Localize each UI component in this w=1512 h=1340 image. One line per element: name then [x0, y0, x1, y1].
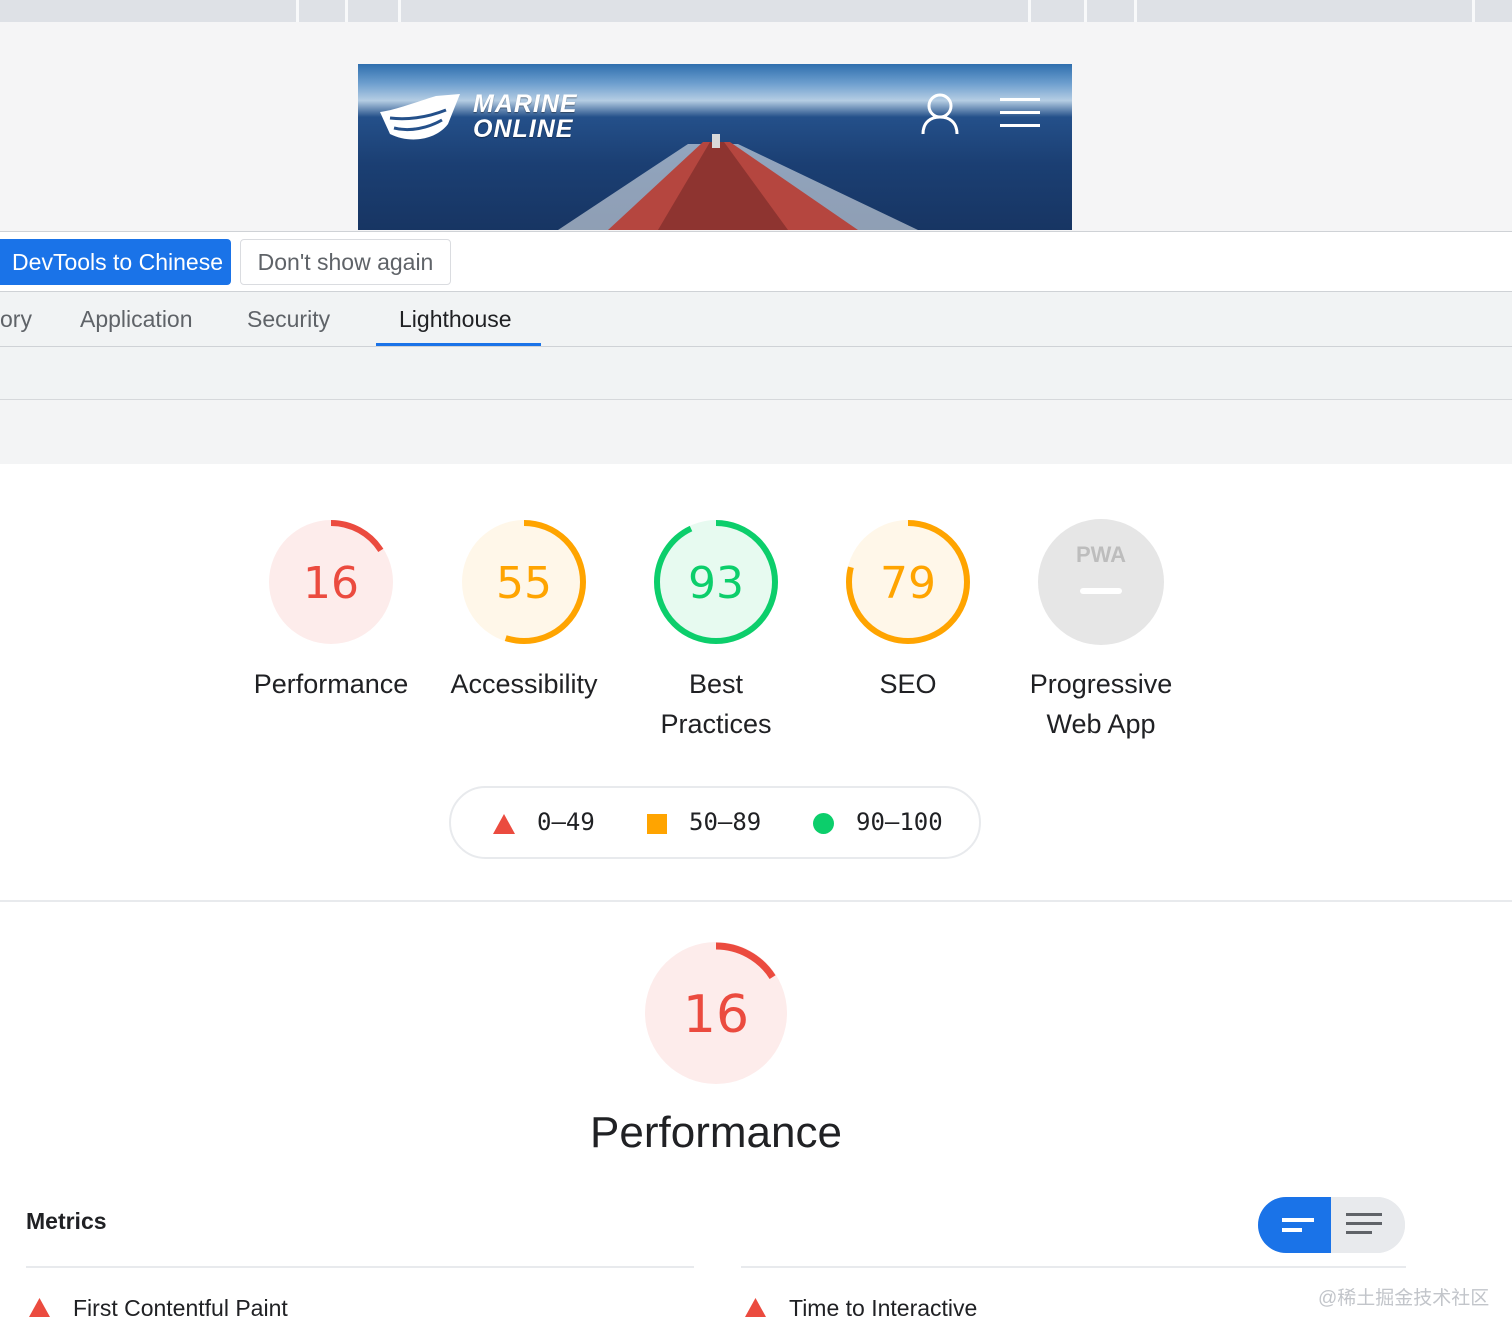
gauge-ring: 79	[846, 520, 970, 644]
tab-separator	[1134, 0, 1137, 22]
user-icon[interactable]	[920, 92, 960, 136]
gauge-label: Best Practices	[660, 669, 772, 739]
square-average-icon	[647, 814, 667, 834]
gauge-seo[interactable]: 79 SEO	[808, 518, 1008, 704]
site-logo-text[interactable]: MARINE ONLINE	[473, 92, 578, 142]
tab-lighthouse[interactable]: Lighthouse	[399, 292, 512, 346]
legend-fail-range: 0–49	[537, 808, 595, 836]
lighthouse-report-header	[0, 400, 1512, 464]
gauge-accessibility[interactable]: 55 Accessibility	[424, 518, 624, 704]
tab-separator	[296, 0, 299, 22]
performance-section-title: Performance	[590, 1108, 842, 1157]
logo-line-1: MARINE	[473, 90, 578, 118]
gauge-performance[interactable]: 16 Performance	[231, 518, 431, 704]
tab-separator	[345, 0, 348, 22]
metrics-divider-right	[741, 1266, 1406, 1268]
gauge-score: 55	[496, 558, 552, 609]
active-tab-indicator	[376, 343, 541, 346]
metric-time-to-interactive: Time to Interactive	[789, 1295, 978, 1321]
metric-first-contentful-paint: First Contentful Paint	[73, 1295, 288, 1321]
devtools-tab-bar: ory Application Security Lighthouse	[0, 292, 1512, 347]
tab-separator	[1028, 0, 1031, 22]
browser-tab-strip	[0, 0, 1512, 22]
circle-pass-icon	[813, 813, 834, 834]
section-divider	[0, 900, 1512, 902]
gauge-score: 93	[688, 558, 744, 609]
ship-logo-icon	[380, 94, 460, 140]
triangle-fail-icon	[745, 1298, 766, 1317]
triangle-fail-icon	[493, 814, 515, 834]
triangle-fail-icon	[29, 1298, 50, 1317]
tab-security[interactable]: Security	[247, 292, 330, 346]
tab-separator	[398, 0, 401, 22]
metrics-view-toggle	[1258, 1197, 1405, 1253]
compact-view-button[interactable]	[1258, 1197, 1331, 1253]
gauge-label: Performance	[253, 669, 409, 699]
legend-average-range: 50–89	[689, 808, 762, 836]
metrics-heading: Metrics	[26, 1208, 107, 1234]
switch-devtools-chinese-button[interactable]: DevTools to Chinese	[0, 239, 231, 285]
performance-detail-gauge: 16	[645, 942, 787, 1084]
pwa-badge-icon: PWA	[1038, 519, 1164, 645]
performance-detail-score: 16	[683, 985, 749, 1045]
pwa-logo-text: PWA	[1076, 542, 1126, 567]
tab-application[interactable]: Application	[80, 292, 193, 346]
expanded-list-icon	[1346, 1213, 1382, 1234]
gauge-score: 79	[880, 558, 936, 609]
gauge-label: Accessibility	[450, 669, 598, 699]
tab-separator	[1084, 0, 1087, 22]
gauge-ring: 16	[269, 520, 393, 644]
gauge-ring: 93	[654, 520, 778, 644]
logo-line-2: ONLINE	[473, 115, 574, 143]
gauge-label: Progressive Web App	[1029, 669, 1173, 739]
metrics-divider-left	[26, 1266, 694, 1268]
dont-show-again-button[interactable]: Don't show again	[240, 239, 451, 285]
tab-memory[interactable]: ory	[0, 292, 32, 346]
gauge-score: 16	[303, 558, 359, 609]
expanded-view-button[interactable]	[1332, 1197, 1405, 1253]
score-scale-legend: 0–49 50–89 90–100	[449, 786, 981, 859]
legend-pass-range: 90–100	[856, 808, 943, 836]
hero-banner: MARINE ONLINE	[358, 64, 1072, 230]
gauge-label: SEO	[879, 669, 937, 699]
gauge-pwa[interactable]: PWA Progressive Web App	[1001, 518, 1201, 744]
tab-separator	[1472, 0, 1475, 22]
watermark: @稀土掘金技术社区	[1318, 1288, 1490, 1309]
devtools-language-infobar: DevTools to Chinese Don't show again	[0, 231, 1512, 292]
compact-list-icon	[1282, 1218, 1314, 1232]
gauge-ring: 55	[462, 520, 586, 644]
gauge-best-practices[interactable]: 93 Best Practices	[616, 518, 816, 744]
lighthouse-toolbar	[0, 347, 1512, 400]
hamburger-menu-icon[interactable]	[1000, 98, 1042, 128]
